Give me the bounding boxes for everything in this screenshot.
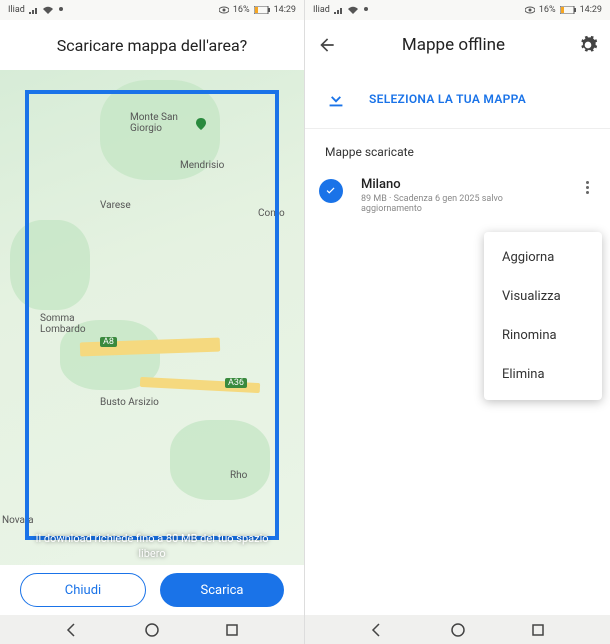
system-nav xyxy=(305,615,610,644)
carrier-label: Iliad xyxy=(8,5,25,15)
nav-recent-icon[interactable] xyxy=(224,622,240,638)
select-map-row[interactable]: SELEZIONA LA TUA MAPPA xyxy=(305,70,610,129)
location-icon xyxy=(57,6,65,14)
carrier-label: Iliad xyxy=(313,5,330,15)
offline-maps-screen: Iliad 16% 14:29 Mappe offline SELEZIONA … xyxy=(305,0,610,644)
back-arrow-icon[interactable] xyxy=(317,35,337,55)
eye-icon xyxy=(219,6,229,14)
check-badge-icon xyxy=(319,179,343,203)
wifi-icon xyxy=(348,6,358,14)
status-bar: Iliad 16% 14:29 xyxy=(0,0,304,20)
download-area-screen: Iliad 16% 14:29 Scaricare mappa dell'are… xyxy=(0,0,305,644)
map-item-name: Milano xyxy=(361,177,560,192)
nav-home-icon[interactable] xyxy=(450,622,466,638)
select-map-label: SELEZIONA LA TUA MAPPA xyxy=(369,92,526,106)
time-label: 14:29 xyxy=(274,5,296,15)
menu-update[interactable]: Aggiorna xyxy=(484,238,602,277)
time-label: 14:29 xyxy=(580,5,602,15)
nav-back-icon[interactable] xyxy=(64,622,80,638)
action-buttons: Chiudi Scarica xyxy=(0,565,304,615)
menu-view[interactable]: Visualizza xyxy=(484,277,602,316)
menu-rename[interactable]: Rinomina xyxy=(484,316,602,355)
nav-back-icon[interactable] xyxy=(369,622,385,638)
battery-icon xyxy=(254,6,270,14)
nav-recent-icon[interactable] xyxy=(530,622,546,638)
page-title: Mappe offline xyxy=(353,35,562,55)
battery-pct: 16% xyxy=(233,5,250,15)
context-menu: Aggiorna Visualizza Rinomina Elimina xyxy=(484,232,602,400)
menu-delete[interactable]: Elimina xyxy=(484,355,602,394)
nav-home-icon[interactable] xyxy=(144,622,160,638)
overflow-menu-icon[interactable] xyxy=(578,177,596,198)
system-nav xyxy=(0,615,304,644)
battery-pct: 16% xyxy=(539,5,556,15)
status-bar: Iliad 16% 14:29 xyxy=(305,0,610,20)
offline-header: Mappe offline xyxy=(305,20,610,70)
wifi-icon xyxy=(43,6,53,14)
location-icon xyxy=(362,6,370,14)
map-preview[interactable]: Monte San Giorgio Mendrisio Varese Como … xyxy=(0,70,304,565)
download-title: Scaricare mappa dell'area? xyxy=(57,36,248,55)
map-item-subtitle: 89 MB · Scadenza 6 gen 2025 salvo aggior… xyxy=(361,194,560,214)
signal-icon xyxy=(334,6,344,14)
selection-rectangle[interactable] xyxy=(25,90,279,540)
eye-icon xyxy=(525,6,535,14)
download-size-text: Il download richiede fino a 80 MB del tu… xyxy=(0,532,304,561)
battery-icon xyxy=(560,6,576,14)
download-button[interactable]: Scarica xyxy=(160,573,284,607)
gear-icon[interactable] xyxy=(578,35,598,55)
download-icon xyxy=(325,88,347,110)
signal-icon xyxy=(29,6,39,14)
download-header: Scaricare mappa dell'area? xyxy=(0,20,304,70)
downloaded-section-title: Mappe scaricate xyxy=(305,129,610,171)
close-button[interactable]: Chiudi xyxy=(20,573,146,607)
downloaded-map-item[interactable]: Milano 89 MB · Scadenza 6 gen 2025 salvo… xyxy=(305,171,610,220)
